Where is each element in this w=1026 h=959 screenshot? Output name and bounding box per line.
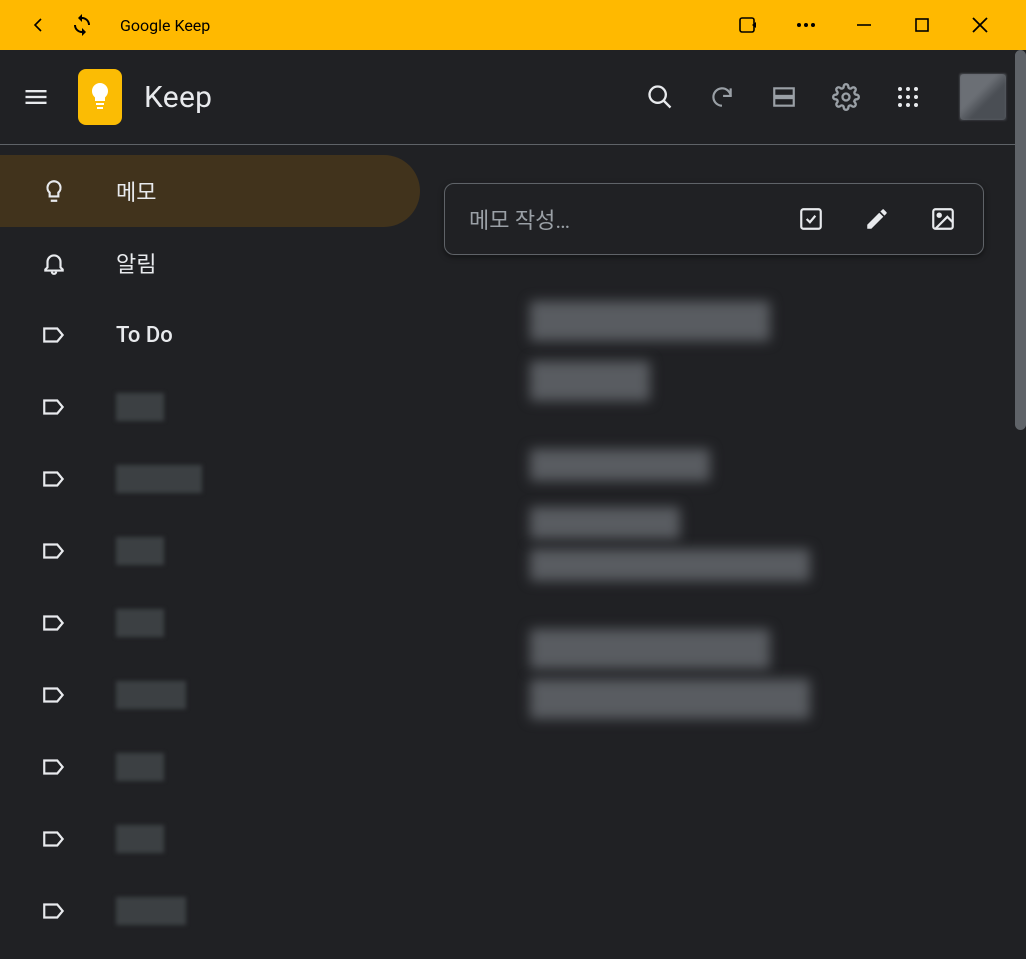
main-menu-button[interactable] — [12, 73, 60, 121]
sidebar-item-label-8[interactable] — [0, 731, 420, 803]
sidebar-item-label-9[interactable] — [0, 803, 420, 875]
sidebar-item-메모[interactable]: 메모 — [0, 155, 420, 227]
label-icon — [38, 538, 70, 564]
sidebar-item-label — [116, 753, 164, 781]
account-avatar[interactable] — [960, 74, 1006, 120]
more-button[interactable] — [794, 13, 818, 37]
window-titlebar: Google Keep — [0, 0, 1026, 50]
sidebar-item-label — [116, 393, 164, 421]
sidebar-item-label-4[interactable] — [0, 443, 420, 515]
lightbulb-icon — [38, 178, 70, 204]
minimize-button[interactable] — [852, 13, 876, 37]
notes-list — [530, 301, 1002, 719]
label-icon — [38, 394, 70, 420]
label-icon — [38, 898, 70, 924]
sidebar-item-label-7[interactable] — [0, 659, 420, 731]
window-title: Google Keep — [120, 16, 210, 35]
sidebar-item-label — [116, 609, 164, 637]
compose-placeholder: 메모 작성… — [469, 203, 783, 235]
read-aloud-button[interactable] — [736, 13, 760, 37]
keep-logo[interactable] — [78, 69, 122, 125]
sidebar-item-label — [116, 825, 164, 853]
sidebar-item-label: To Do — [116, 323, 173, 348]
sidebar: 메모알림 To Do — [0, 145, 420, 959]
label-icon — [38, 682, 70, 708]
label-icon — [38, 754, 70, 780]
new-drawing-button[interactable] — [849, 191, 905, 247]
app-title: Keep — [144, 80, 212, 115]
sidebar-item-알림[interactable]: 알림 — [0, 227, 420, 299]
note-card[interactable] — [530, 629, 880, 719]
sidebar-item-label: 메모 — [116, 175, 156, 207]
sync-button[interactable] — [70, 13, 94, 37]
settings-button[interactable] — [818, 69, 874, 125]
note-card[interactable] — [530, 449, 880, 581]
label-icon — [38, 610, 70, 636]
close-button[interactable] — [968, 13, 992, 37]
main-content: 메모 작성… — [420, 145, 1026, 959]
sidebar-item-label-10[interactable] — [0, 875, 420, 947]
refresh-button[interactable] — [694, 69, 750, 125]
sidebar-item-label — [116, 537, 164, 565]
label-icon — [38, 826, 70, 852]
scrollbar[interactable] — [1015, 50, 1026, 430]
app-header: Keep — [0, 50, 1026, 145]
maximize-button[interactable] — [910, 13, 934, 37]
new-list-button[interactable] — [783, 191, 839, 247]
new-image-note-button[interactable] — [915, 191, 971, 247]
sidebar-item-label-3[interactable] — [0, 371, 420, 443]
sidebar-item-label-5[interactable] — [0, 515, 420, 587]
label-icon — [38, 322, 70, 348]
sidebar-item-label — [116, 897, 186, 925]
note-card[interactable] — [530, 301, 880, 401]
sidebar-item-label-6[interactable] — [0, 587, 420, 659]
sidebar-item-to-do[interactable]: To Do — [0, 299, 420, 371]
sidebar-item-label — [116, 681, 186, 709]
sidebar-item-label: 알림 — [116, 247, 156, 279]
list-view-button[interactable] — [756, 69, 812, 125]
sidebar-item-label — [116, 465, 202, 493]
search-button[interactable] — [632, 69, 688, 125]
label-icon — [38, 466, 70, 492]
google-apps-button[interactable] — [880, 69, 936, 125]
compose-note[interactable]: 메모 작성… — [444, 183, 984, 255]
back-button[interactable] — [26, 13, 50, 37]
bell-icon — [38, 250, 70, 276]
